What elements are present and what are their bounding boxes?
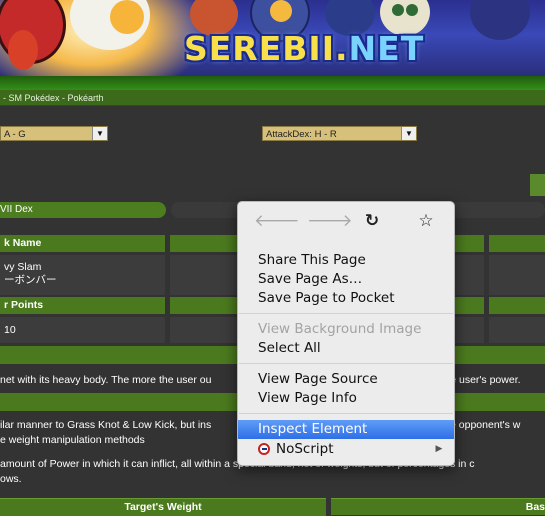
menu-item-save-to-pocket[interactable]: Save Page to Pocket [238, 289, 454, 308]
banner-pokemon-art [270, 0, 292, 22]
attack-name-en: vy Slam [4, 261, 42, 273]
bookmark-star-icon[interactable]: ☆ [415, 210, 437, 232]
menu-item-save-page-as[interactable]: Save Page As… [238, 270, 454, 289]
power-points-value: 10 [0, 317, 165, 343]
attackdex-select-right[interactable]: AttackDex: H - R ▼ [262, 126, 417, 141]
table-header-cell [489, 297, 545, 314]
back-arrow-icon[interactable]: 🡐 [254, 210, 300, 232]
menu-item-inspect-element[interactable]: Inspect Element [238, 420, 454, 439]
site-logo[interactable]: SEREBII.NET [184, 30, 474, 68]
banner-pokemon-art [8, 30, 38, 70]
dex-select-left[interactable]: A - G ▼ [0, 126, 108, 141]
in-depth-text-line: e weight manipulation methods [0, 434, 145, 446]
menu-separator [239, 363, 453, 364]
in-depth-text-start: ilar manner to Grass Knot & Low Kick, bu… [0, 419, 212, 431]
banner-pokemon-art [110, 0, 144, 34]
logo-dot-text: . [334, 29, 349, 68]
attack-name-header: k Name [0, 235, 165, 252]
table-cell [489, 317, 545, 343]
context-menu[interactable]: 🡐 🡒 ↻ ☆ Share This Page Save Page As… Sa… [237, 201, 455, 466]
submenu-arrow-icon: ▶ [435, 444, 443, 454]
menu-item-view-page-info[interactable]: View Page Info [238, 389, 454, 408]
dex-select-left-value: A - G [4, 129, 26, 140]
banner-pokemon-art [392, 4, 404, 16]
top-nav-bar [0, 76, 545, 90]
menu-separator [239, 313, 453, 314]
attack-name-jp: ーボンバー [4, 274, 57, 286]
banner-pokemon-art [406, 4, 418, 16]
breadcrumb[interactable]: - SM Pokédex - Pokéarth [0, 90, 545, 106]
menu-item-noscript[interactable]: NoScript [238, 440, 454, 459]
attack-name-cell: vy Slam ーボンバー [0, 255, 165, 295]
menu-separator [239, 413, 453, 414]
logo-main-text: SEREBII [184, 29, 335, 68]
attackdex-select-right-value: AttackDex: H - R [266, 129, 337, 140]
forward-arrow-icon[interactable]: 🡒 [307, 210, 353, 232]
menu-item-select-all[interactable]: Select All [238, 339, 454, 358]
target-weight-header: Target's Weight [0, 498, 326, 516]
reload-icon[interactable]: ↻ [361, 210, 383, 232]
tab-gen-vii-dex[interactable]: VII Dex [0, 202, 166, 218]
site-banner[interactable]: SEREBII.NET [0, 0, 545, 76]
table-header-cell [489, 235, 545, 252]
power-points-header: r Points [0, 297, 165, 314]
menu-item-view-page-source[interactable]: View Page Source [238, 370, 454, 389]
dropdown-arrow-icon[interactable]: ▼ [401, 127, 416, 140]
battle-effect-text-start: net with its heavy body. The more the us… [0, 374, 212, 386]
in-depth-text-line: ows. [0, 473, 22, 485]
base-power-header: Bas [331, 498, 545, 515]
banner-pokemon-art [470, 0, 530, 40]
menu-item-view-background-image: View Background Image [258, 321, 422, 337]
table-cell [489, 255, 545, 295]
menu-item-share-page[interactable]: Share This Page [238, 251, 454, 270]
context-nav-row: 🡐 🡒 ↻ ☆ [238, 202, 454, 240]
logo-net-text: NET [348, 29, 425, 68]
dropdown-arrow-icon[interactable]: ▼ [92, 127, 107, 140]
side-green-block [530, 174, 545, 196]
